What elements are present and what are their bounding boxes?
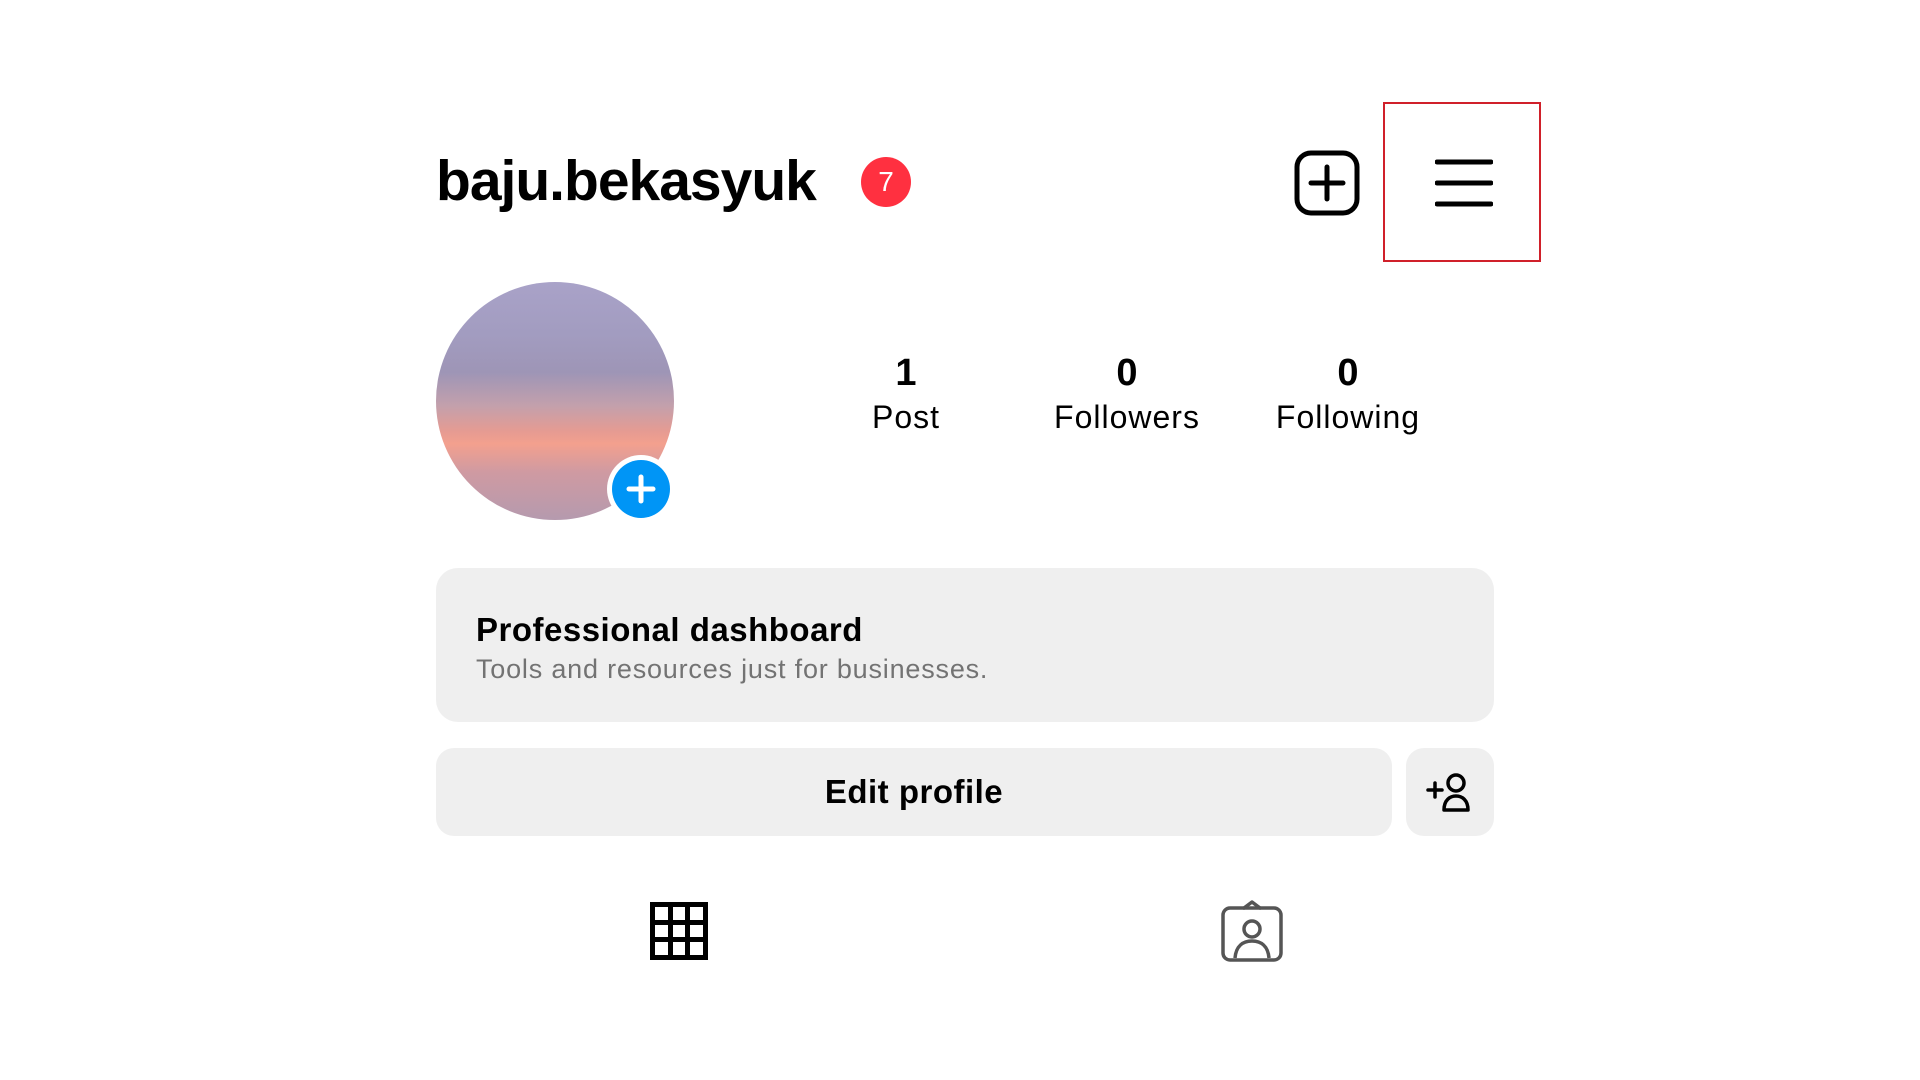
posts-label: Post [871,399,941,435]
plus-square-icon [1294,150,1360,216]
following-count: 0 [1337,352,1359,394]
dashboard-title: Professional dashboard [476,611,863,648]
menu-button[interactable] [1383,102,1541,262]
dashboard-subtitle: Tools and resources just for businesses. [476,654,989,684]
add-story-button[interactable] [607,455,675,523]
create-post-button[interactable] [1294,150,1360,216]
following-stat[interactable]: 0 Following [1248,350,1448,438]
add-story-badge [612,460,670,518]
following-label: Following [1275,399,1421,435]
posts-stat[interactable]: 1 Post [806,350,1006,438]
grid-icon [650,902,708,960]
followers-label: Followers [1054,399,1200,435]
plus-icon [626,474,656,504]
tagged-user-icon [1221,900,1283,962]
professional-dashboard-card[interactable]: Professional dashboard Tools and resourc… [436,568,1494,722]
hamburger-menu-icon [1435,159,1493,207]
notification-badge[interactable]: 7 [861,157,911,207]
tab-tagged[interactable] [1220,900,1284,964]
followers-stat[interactable]: 0 Followers [1027,350,1227,438]
profile-page: baju.bekasyuk 7 1 Post 0 Followers 0 Fol… [0,0,1920,1080]
profile-username[interactable]: baju.bekasyuk [436,146,817,216]
tab-posts-grid[interactable] [650,902,708,960]
discover-people-button[interactable] [1406,748,1494,836]
posts-count: 1 [895,352,917,394]
followers-count: 0 [1116,352,1138,394]
edit-profile-button[interactable]: Edit profile [436,748,1392,836]
add-person-icon [1426,773,1470,812]
